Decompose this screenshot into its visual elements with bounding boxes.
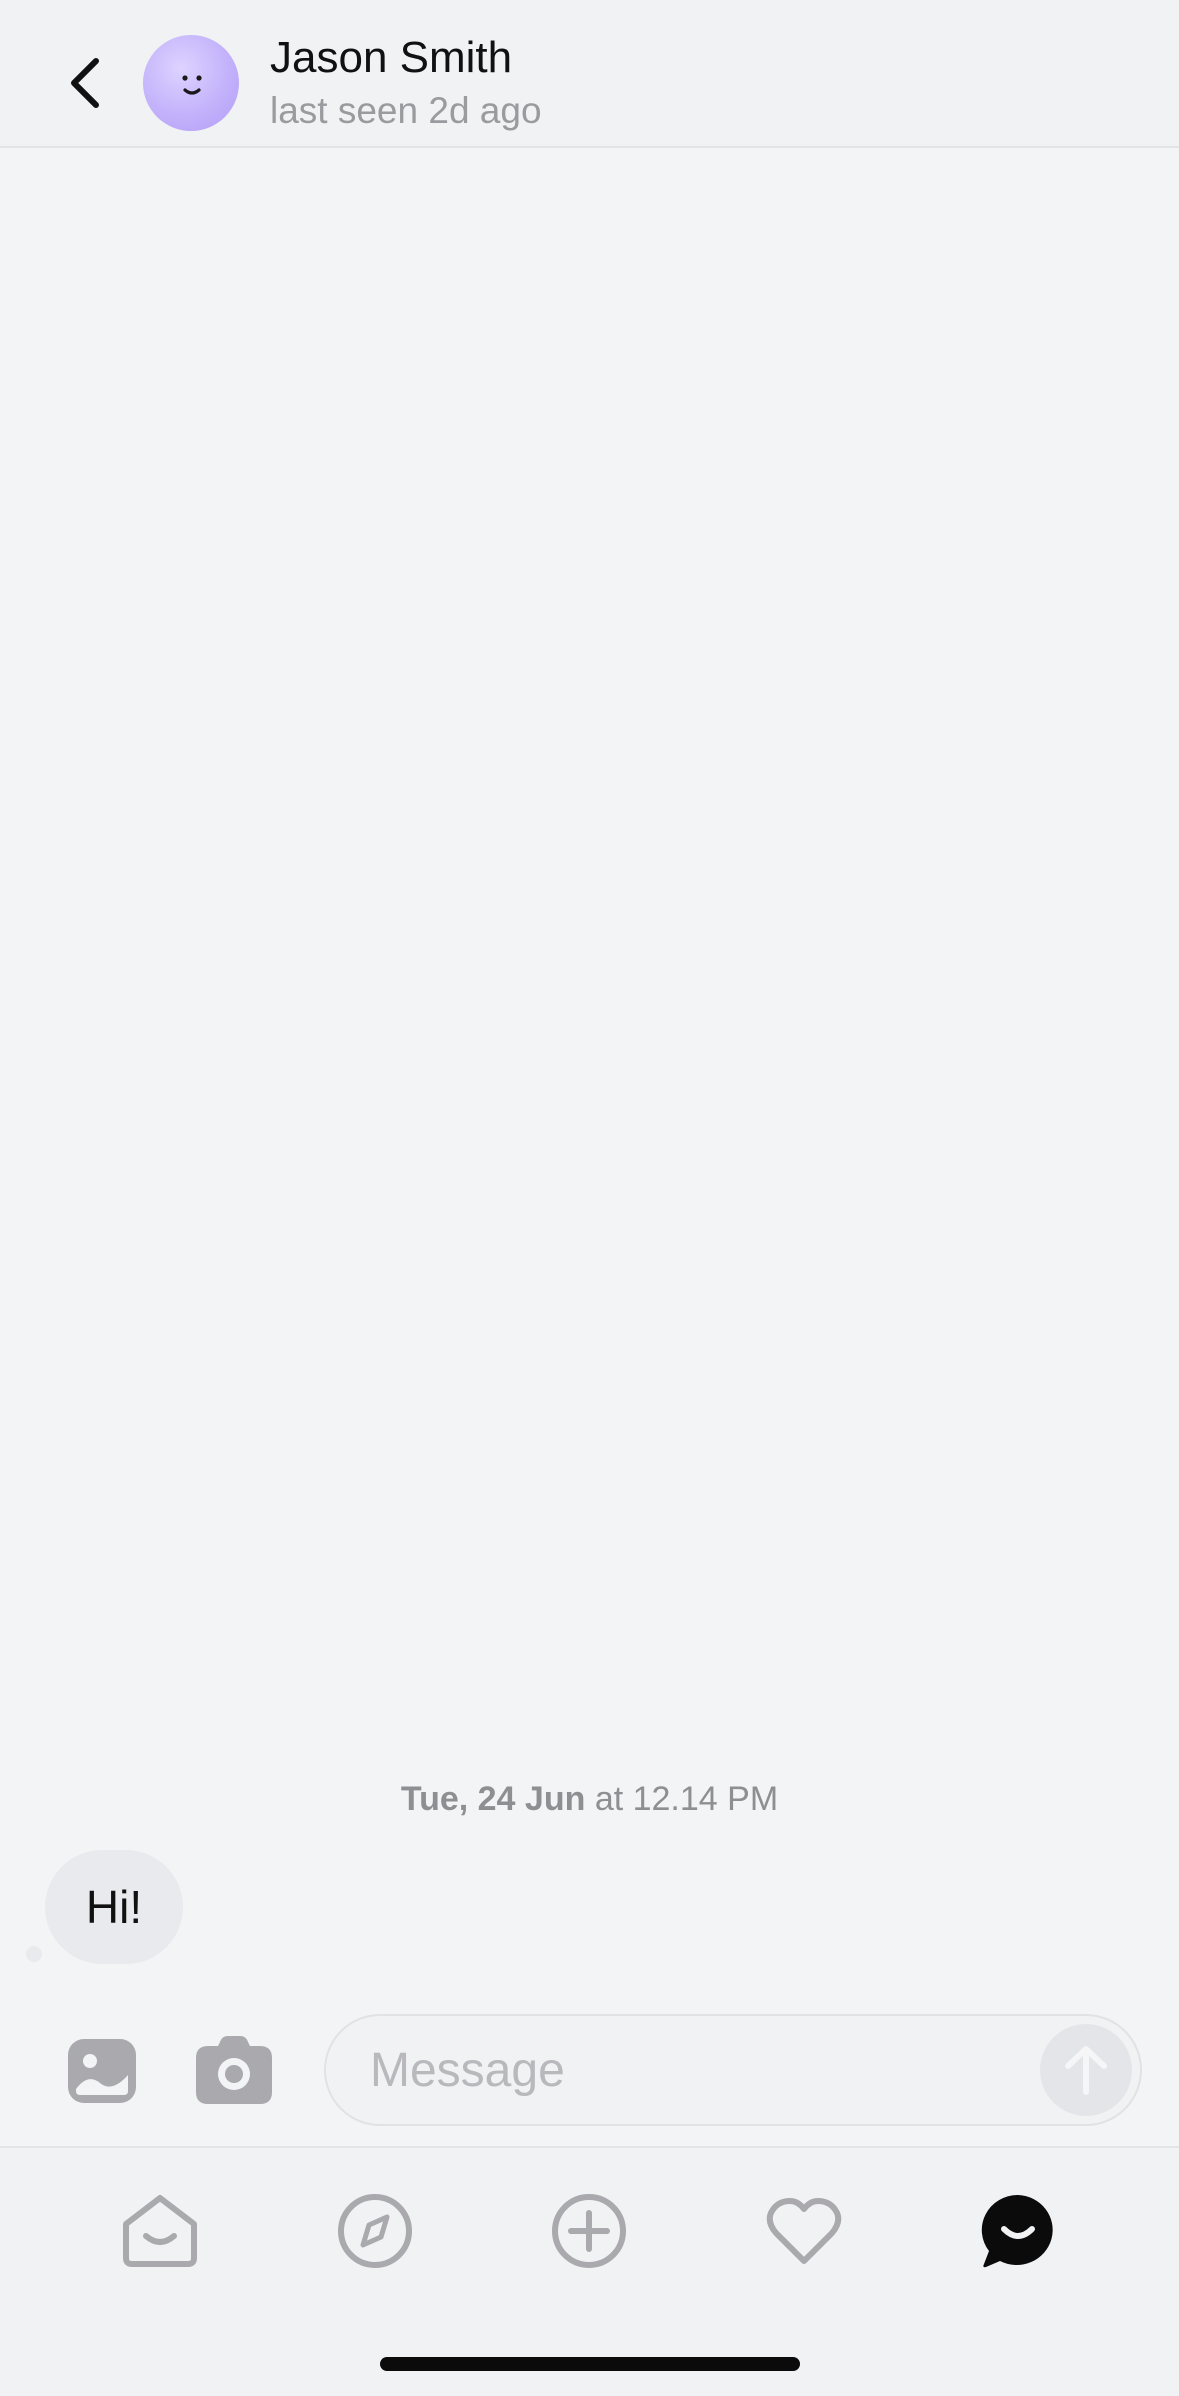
home-indicator <box>380 2357 800 2371</box>
chat-header: Jason Smith last seen 2d ago <box>0 0 1179 148</box>
tab-messages[interactable] <box>973 2186 1063 2276</box>
tab-explore[interactable] <box>330 2186 420 2276</box>
send-button[interactable] <box>1040 2024 1132 2116</box>
contact-name[interactable]: Jason Smith <box>270 30 512 86</box>
plus-circle-icon <box>552 2194 626 2268</box>
back-button[interactable] <box>56 50 112 116</box>
chat-screen: Jason Smith last seen 2d ago Tue, 24 Jun… <box>0 0 1179 2396</box>
tab-activity[interactable] <box>759 2186 849 2276</box>
bubble-tail <box>26 1946 42 1962</box>
message-field[interactable] <box>324 2014 1142 2126</box>
date-separator: Tue, 24 Jun at 12.14 PM <box>0 1774 1179 1824</box>
send-arrow-icon <box>1065 2046 1107 2095</box>
heart-icon <box>766 2198 842 2264</box>
tab-home[interactable] <box>115 2186 205 2276</box>
home-icon <box>123 2195 197 2267</box>
message-input[interactable] <box>370 2016 1010 2124</box>
chat-bubble-icon <box>981 2194 1053 2268</box>
chevron-left-icon <box>71 58 99 108</box>
smiley-face-icon <box>182 75 202 95</box>
compass-icon <box>338 2194 412 2268</box>
date-separator-day: Tue, 24 Jun <box>400 1780 586 1818</box>
incoming-message-bubble[interactable]: Hi! <box>45 1850 183 1964</box>
gallery-button[interactable] <box>68 2039 136 2103</box>
last-seen-status: last seen 2d ago <box>270 90 542 131</box>
date-separator-time: at 12.14 PM <box>594 1780 779 1818</box>
gallery-icon <box>68 2039 136 2103</box>
camera-button[interactable] <box>196 2036 272 2104</box>
tab-create[interactable] <box>544 2186 634 2276</box>
avatar[interactable] <box>143 35 239 131</box>
camera-icon <box>196 2036 272 2104</box>
